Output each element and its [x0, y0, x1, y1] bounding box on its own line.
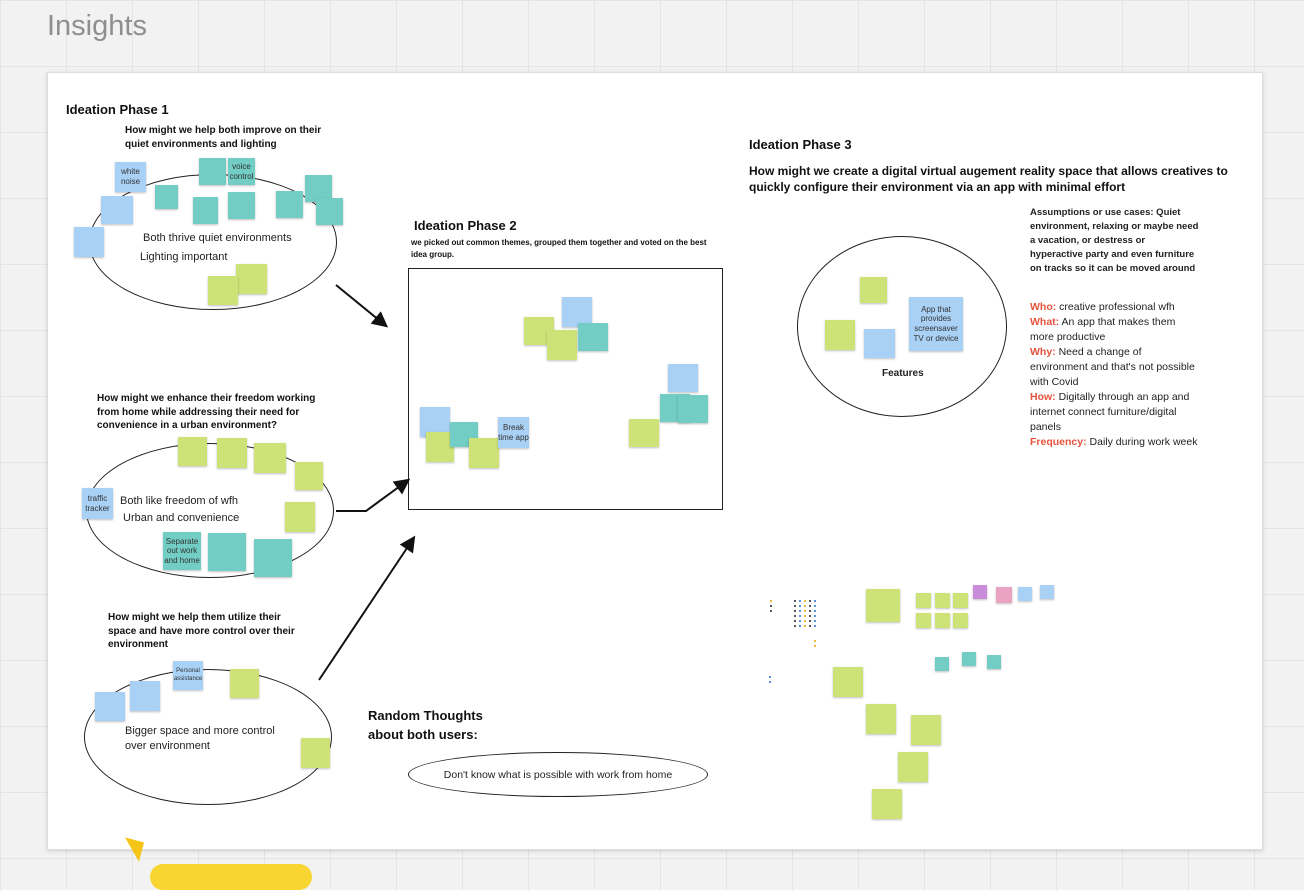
collaborator-name-tag [150, 864, 312, 890]
connector-arrows [318, 284, 416, 681]
